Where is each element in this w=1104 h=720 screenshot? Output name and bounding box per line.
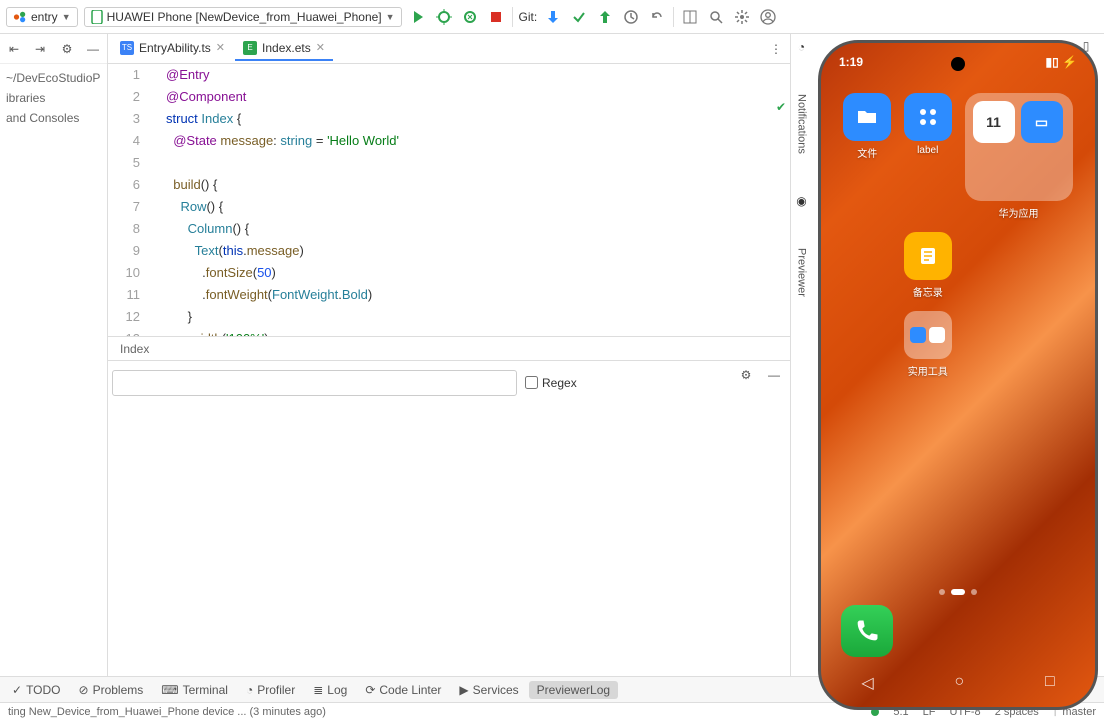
coverage-button[interactable] bbox=[460, 7, 480, 27]
device-selector[interactable]: HUAWEI Phone [NewDevice_from_Huawei_Phon… bbox=[84, 7, 402, 27]
phone-app-utilities[interactable]: 实用工具 bbox=[900, 311, 957, 378]
layout-icon[interactable] bbox=[680, 7, 700, 27]
recent-key-icon[interactable]: □ bbox=[1045, 673, 1055, 693]
run-button[interactable] bbox=[408, 7, 428, 27]
search-input[interactable] bbox=[112, 370, 517, 396]
history-icon[interactable] bbox=[621, 7, 641, 27]
eye-icon[interactable]: ◉ bbox=[796, 194, 806, 208]
tool-terminal[interactable]: ⌨Terminal bbox=[153, 681, 236, 699]
regex-label: Regex bbox=[542, 376, 577, 390]
back-key-icon[interactable]: ◁ bbox=[861, 673, 873, 693]
status-message: ting New_Device_from_Huawei_Phone device… bbox=[8, 706, 326, 718]
git-label: Git: bbox=[519, 10, 538, 24]
tab-entryability[interactable]: TS EntryAbility.ts ✕ bbox=[112, 37, 233, 61]
project-libraries[interactable]: ibraries bbox=[0, 88, 107, 108]
phone-app-files[interactable]: 文件 bbox=[839, 93, 896, 220]
tool-log[interactable]: ≣Log bbox=[305, 681, 355, 699]
tab-label: Index.ets bbox=[262, 41, 311, 55]
settings-icon[interactable] bbox=[732, 7, 752, 27]
phone-folder-huawei[interactable]: 11 ▭ 华为应用 bbox=[960, 93, 1077, 220]
search-icon[interactable] bbox=[706, 7, 726, 27]
phone-app-notes[interactable]: 备忘录 bbox=[900, 232, 957, 299]
tool-window-body bbox=[108, 404, 790, 676]
project-consoles[interactable]: and Consoles bbox=[0, 108, 107, 128]
git-push-icon[interactable] bbox=[595, 7, 615, 27]
tool-problems[interactable]: ⊘Problems bbox=[71, 681, 152, 699]
close-icon[interactable]: ✕ bbox=[216, 41, 225, 54]
close-icon[interactable]: ✕ bbox=[316, 41, 325, 54]
module-name: entry bbox=[31, 10, 58, 24]
ts-file-icon: TS bbox=[120, 41, 134, 55]
collapse-icon[interactable]: ⇤ bbox=[4, 39, 24, 59]
git-pull-icon[interactable] bbox=[543, 7, 563, 27]
ets-file-icon: E bbox=[243, 41, 257, 55]
tool-previewerlog[interactable]: PreviewerLog bbox=[529, 681, 618, 699]
git-commit-icon[interactable] bbox=[569, 7, 589, 27]
regex-checkbox[interactable]: Regex bbox=[525, 376, 577, 390]
breadcrumb[interactable]: Index bbox=[108, 336, 790, 360]
revert-icon[interactable] bbox=[647, 7, 667, 27]
minimize-icon[interactable]: — bbox=[83, 39, 103, 59]
main-toolbar: entry ▼ HUAWEI Phone [NewDevice_from_Hua… bbox=[0, 0, 1104, 34]
caret-down-icon: ▼ bbox=[386, 12, 395, 22]
minimize-icon[interactable]: — bbox=[764, 365, 784, 385]
tool-codelinter[interactable]: ⟳Code Linter bbox=[357, 681, 449, 699]
right-tool-rail: ◔ Notifications ◉ Previewer bbox=[790, 34, 812, 676]
find-panel: ⚙ — Regex bbox=[108, 360, 790, 404]
gear-icon[interactable]: ⚙ bbox=[57, 39, 77, 59]
previewer-tab[interactable]: Previewer bbox=[796, 248, 808, 297]
phone-battery-icon: ▮▯ ⚡ bbox=[1046, 55, 1077, 69]
bell-icon[interactable]: ◔ bbox=[798, 40, 805, 54]
breadcrumb-item: Index bbox=[120, 342, 149, 356]
phone-nav-keys[interactable]: ◁ ○ □ bbox=[821, 673, 1095, 693]
device-preview: ⇩ ⤴ ☆ ▯ 1:19 ▮▯ ⚡ 文件 label bbox=[812, 34, 1104, 676]
device-name: HUAWEI Phone [NewDevice_from_Huawei_Phon… bbox=[107, 10, 382, 24]
tab-menu-icon[interactable]: ⋮ bbox=[766, 39, 786, 59]
stop-button[interactable] bbox=[486, 7, 506, 27]
tool-profiler[interactable]: ◔Profiler bbox=[238, 681, 303, 699]
phone-app-label[interactable]: label bbox=[900, 93, 957, 220]
tab-index[interactable]: E Index.ets ✕ bbox=[235, 37, 333, 61]
inspection-ok-icon: ✔ bbox=[776, 100, 786, 114]
project-pane: ⇤ ⇥ ⚙ — ~/DevEcoStudioP ibraries and Con… bbox=[0, 34, 108, 676]
tool-todo[interactable]: ✓TODO bbox=[4, 681, 69, 699]
profile-icon[interactable] bbox=[758, 7, 778, 27]
caret-down-icon: ▼ bbox=[62, 12, 71, 22]
tool-services[interactable]: ▶Services bbox=[451, 681, 526, 699]
home-key-icon[interactable]: ○ bbox=[954, 673, 964, 693]
phone-time: 1:19 bbox=[839, 55, 863, 69]
expand-icon[interactable]: ⇥ bbox=[30, 39, 50, 59]
editor-tabs: TS EntryAbility.ts ✕ E Index.ets ✕ ⋮ bbox=[108, 34, 790, 64]
tab-label: EntryAbility.ts bbox=[139, 41, 211, 55]
project-root[interactable]: ~/DevEcoStudioP bbox=[0, 68, 107, 88]
page-indicator bbox=[821, 589, 1095, 595]
phone-dock-call[interactable] bbox=[841, 605, 893, 657]
phone-screen[interactable]: 1:19 ▮▯ ⚡ 文件 label 11 ▭ 华为应用 bbox=[818, 40, 1098, 710]
debug-button[interactable] bbox=[434, 7, 454, 27]
module-selector[interactable]: entry ▼ bbox=[6, 7, 78, 27]
code-editor[interactable]: ✔ 1@Entry 2@Component 3struct Index { 4 … bbox=[108, 64, 790, 336]
notifications-tab[interactable]: Notifications bbox=[796, 94, 808, 154]
gear-icon[interactable]: ⚙ bbox=[736, 365, 756, 385]
